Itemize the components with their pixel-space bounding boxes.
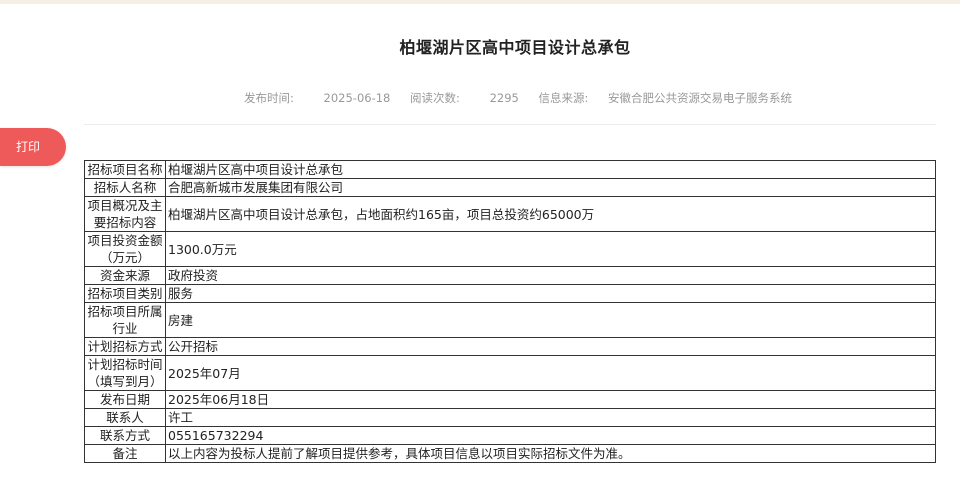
page-title: 柏堰湖片区高中项目设计总承包 xyxy=(399,38,631,57)
row-key: 项目投资金额（万元） xyxy=(84,231,166,267)
project-info-table: 招标项目名称 柏堰湖片区高中项目设计总承包 招标人名称 合肥高新城市发展集团有限… xyxy=(84,160,936,463)
table-row: 招标项目类别 服务 xyxy=(84,284,936,303)
row-key: 招标项目类别 xyxy=(84,284,166,303)
divider xyxy=(84,124,936,125)
row-value: 合肥高新城市发展集团有限公司 xyxy=(165,178,936,197)
print-button[interactable]: 打印 xyxy=(0,128,66,166)
views-count: 2295 xyxy=(489,91,519,105)
row-key: 联系方式 xyxy=(84,426,166,445)
table-row: 资金来源 政府投资 xyxy=(84,266,936,285)
table-row: 项目概况及主要招标内容 柏堰湖片区高中项目设计总承包，占地面积约165亩，项目总… xyxy=(84,196,936,232)
row-key: 招标项目名称 xyxy=(84,160,166,179)
row-value: 房建 xyxy=(165,302,936,338)
row-value: 2025年06月18日 xyxy=(165,390,936,409)
row-key: 招标人名称 xyxy=(84,178,166,197)
meta-info: 发布时间: 2025-06-18 阅读次数: 2295 信息来源: 安徽合肥公共… xyxy=(244,90,792,106)
source-value: 安徽合肥公共资源交易电子服务系统 xyxy=(608,91,793,105)
row-key: 联系人 xyxy=(84,408,166,427)
table-row: 项目投资金额（万元） 1300.0万元 xyxy=(84,231,936,267)
table-row: 发布日期 2025年06月18日 xyxy=(84,390,936,409)
row-value: 1300.0万元 xyxy=(165,231,936,267)
row-value: 服务 xyxy=(165,284,936,303)
row-value: 以上内容为投标人提前了解项目提供参考，具体项目信息以项目实际招标文件为准。 xyxy=(165,444,936,463)
top-strip xyxy=(0,0,960,4)
publish-date-label: 发布时间: xyxy=(244,91,294,105)
table-row: 联系方式 055165732294 xyxy=(84,426,936,445)
row-key: 招标项目所属行业 xyxy=(84,302,166,338)
table-row: 招标人名称 合肥高新城市发展集团有限公司 xyxy=(84,178,936,197)
row-key: 发布日期 xyxy=(84,390,166,409)
row-key: 项目概况及主要招标内容 xyxy=(84,196,166,232)
source-label: 信息来源: xyxy=(538,91,589,105)
row-key: 计划招标方式 xyxy=(84,337,166,356)
row-value: 政府投资 xyxy=(165,266,936,285)
publish-date: 2025-06-18 xyxy=(323,91,391,105)
row-value: 许工 xyxy=(165,408,936,427)
row-value: 2025年07月 xyxy=(165,355,936,391)
row-value: 055165732294 xyxy=(165,426,936,445)
row-key: 备注 xyxy=(84,444,166,463)
row-key: 计划招标时间（填写到月） xyxy=(84,355,166,391)
table-row: 联系人 许工 xyxy=(84,408,936,427)
table-row: 计划招标方式 公开招标 xyxy=(84,337,936,356)
table-row: 计划招标时间（填写到月） 2025年07月 xyxy=(84,355,936,391)
row-key: 资金来源 xyxy=(84,266,166,285)
table-row: 备注 以上内容为投标人提前了解项目提供参考，具体项目信息以项目实际招标文件为准。 xyxy=(84,444,936,463)
views-label: 阅读次数: xyxy=(410,91,460,105)
table-row: 招标项目所属行业 房建 xyxy=(84,302,936,338)
table-row: 招标项目名称 柏堰湖片区高中项目设计总承包 xyxy=(84,160,936,179)
row-value: 公开招标 xyxy=(165,337,936,356)
row-value: 柏堰湖片区高中项目设计总承包 xyxy=(165,160,936,179)
row-value: 柏堰湖片区高中项目设计总承包，占地面积约165亩，项目总投资约65000万 xyxy=(165,196,936,232)
